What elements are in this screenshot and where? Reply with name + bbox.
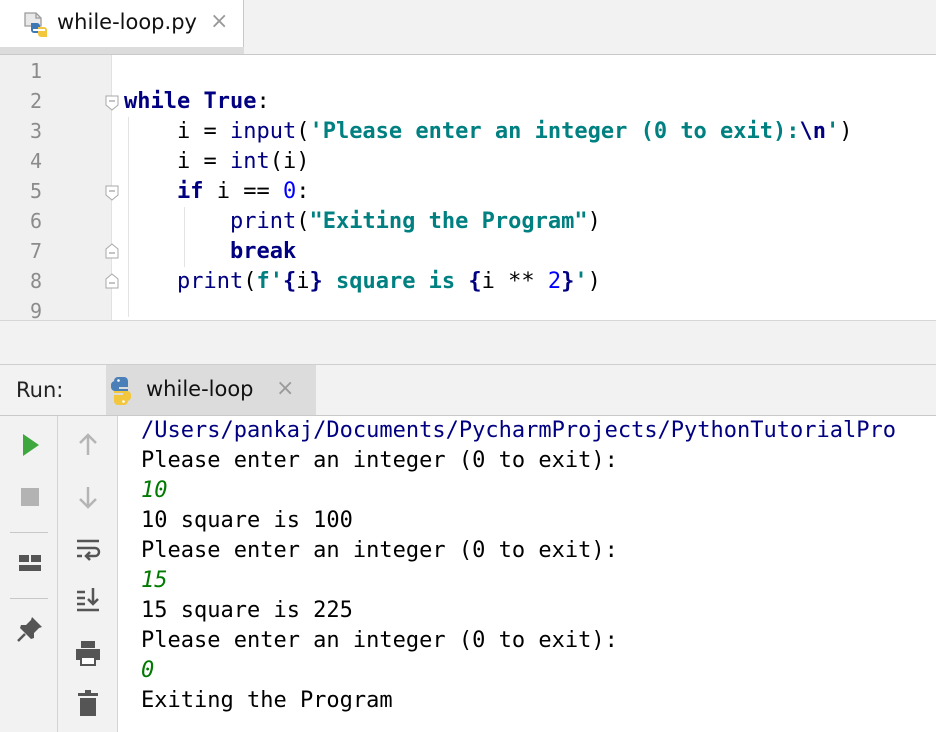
python-icon [106,376,136,406]
toolbar-separator [10,532,48,533]
editor-tab-bar: while-loop.py × [0,0,936,55]
code-line-5: if i == 0: [176,179,310,204]
python-file-icon [22,11,50,39]
line-number: 4 [29,149,42,173]
console-input-line: 10 [141,478,168,503]
run-panel-header: Run: while-loop × [0,365,936,416]
console-output-line: Please enter an integer (0 to exit): [141,538,618,563]
console-output-line: 10 square is 100 [141,508,353,533]
print-icon[interactable] [73,638,103,668]
console-output-line: Exiting the Program [141,688,393,713]
pin-icon[interactable] [15,614,45,644]
console-input-line: 15 [141,568,168,593]
console-output-line: Please enter an integer (0 to exit): [141,448,618,473]
console-output-line: Please enter an integer (0 to exit): [141,628,618,653]
editor-status-strip [0,320,936,365]
soft-wrap-icon[interactable] [73,534,103,564]
arrow-up-icon[interactable] [73,430,103,460]
code-line-3: i = input('Please enter an integer (0 to… [124,119,853,144]
editor-tab-label: while-loop.py [57,10,197,34]
code-line-6: print("Exiting the Program") [229,209,601,234]
close-icon[interactable]: × [276,376,294,401]
line-number: 7 [29,239,42,263]
fold-open-icon[interactable] [105,185,119,201]
trash-icon[interactable] [73,688,103,718]
line-number: 5 [29,179,42,203]
console-input-line: 0 [141,658,155,683]
arrow-down-icon[interactable] [73,482,103,512]
editor-tab-while-loop[interactable]: while-loop.py × [0,0,244,47]
fold-end-icon[interactable] [105,243,119,259]
code-line-2: while True: [124,89,270,114]
console-command-path: /Users/pankaj/Documents/PycharmProjects/… [141,418,896,443]
toolbar-separator [10,598,48,599]
fold-end-icon[interactable] [105,273,119,289]
active-tab-indicator [0,47,244,54]
close-icon[interactable]: × [210,9,228,34]
code-editor[interactable]: 1 2 3 4 5 6 7 8 9 while True: i = input(… [0,55,936,320]
code-line-4: i = int(i) [124,149,310,174]
line-number: 6 [29,209,42,233]
line-number: 2 [29,89,42,113]
run-tab-while-loop[interactable]: while-loop × [106,365,316,415]
line-number: 9 [29,299,42,320]
run-icon[interactable] [15,430,45,460]
run-toolbar-primary [0,416,58,732]
stop-icon[interactable] [15,482,45,512]
line-number: 3 [29,119,42,143]
code-line-7: break [229,239,297,264]
console-output-line: 15 square is 225 [141,598,353,623]
editor-gutter: 1 2 3 4 5 6 7 8 9 [0,55,119,320]
line-number: 1 [29,59,42,83]
scroll-to-end-icon[interactable] [73,584,103,614]
run-toolbar-secondary [58,416,118,732]
fold-open-icon[interactable] [105,95,119,111]
run-tab-label: while-loop [146,377,254,401]
run-console[interactable]: /Users/pankaj/Documents/PycharmProjects/… [118,416,936,732]
code-line-8: print(f'{i} square is {i ** 2}') [176,269,601,294]
layout-icon[interactable] [15,548,45,578]
line-number: 8 [29,269,42,293]
run-panel-title: Run: [16,378,64,402]
